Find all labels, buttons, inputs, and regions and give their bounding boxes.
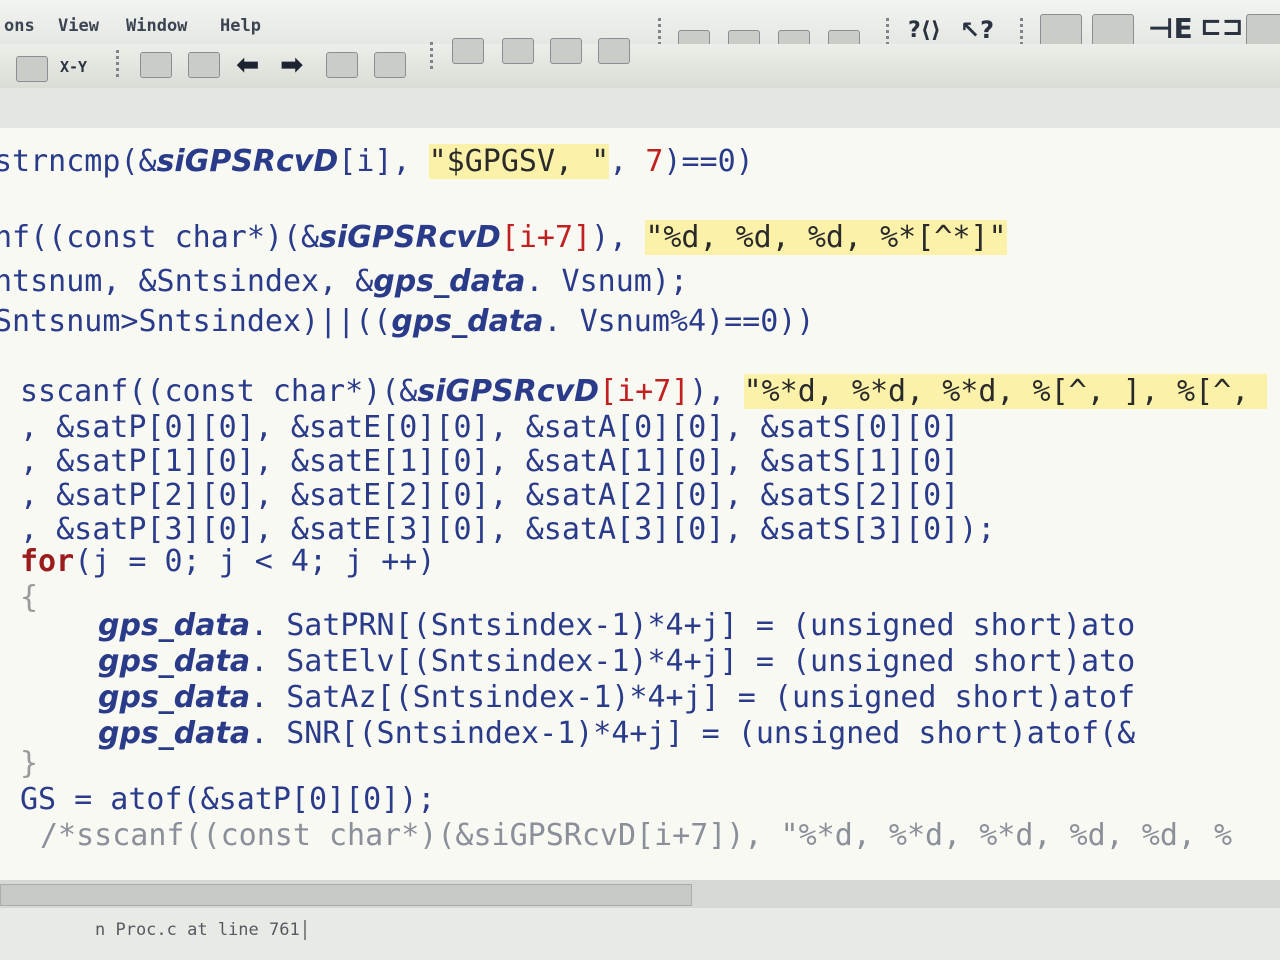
- menu-view[interactable]: View: [58, 16, 99, 36]
- debug-icon[interactable]: [1092, 14, 1134, 48]
- code-line: ntsnum, &Sntsindex, &gps_data. Vsnum);: [0, 264, 688, 299]
- code-token: Sntsnum>Sntsindex)||((: [0, 304, 392, 339]
- registers-icon[interactable]: [1246, 14, 1280, 48]
- search-tool-icon[interactable]: ?⟨⟩: [908, 18, 941, 43]
- back-arrow-icon[interactable]: ⬅: [236, 48, 259, 81]
- step-into-icon[interactable]: ⊣E: [1148, 12, 1193, 45]
- code-token: )==0): [663, 144, 754, 179]
- code-token: ntsnum, &Sntsindex, &: [0, 264, 374, 299]
- code-token: . SatPRN[(Sntsindex-1)*4+j] = (unsigned …: [250, 608, 1136, 643]
- code-line: strncmp(&siGPSRcvD[i], "$GPGSV, ", 7)==0…: [0, 144, 754, 179]
- code-line: Sntsnum>Sntsindex)||((gps_data. Vsnum%4)…: [0, 304, 814, 339]
- code-token: gps_data: [98, 608, 251, 643]
- book-icon[interactable]: [550, 38, 582, 64]
- code-token: . Vsnum);: [525, 264, 688, 299]
- code-line: gps_data. SatElv[(Sntsindex-1)*4+j] = (u…: [98, 644, 1135, 679]
- code-token: . Vsnum%4)==0)): [543, 304, 815, 339]
- toolbar-separator: [1020, 18, 1023, 46]
- code-token: siGPSRcvD: [319, 220, 501, 255]
- code-token: siGPSRcvD: [417, 374, 600, 409]
- code-token: [i]: [338, 144, 393, 179]
- code-token: ),: [591, 220, 646, 255]
- code-line: }: [20, 746, 39, 781]
- code-token: strncmp: [0, 144, 121, 179]
- toolbar: X-Y ⬅ ➡: [0, 38, 1280, 89]
- source-browse-icon[interactable]: [502, 38, 534, 64]
- code-token: [i+7]: [500, 220, 592, 255]
- horizontal-scrollbar[interactable]: [0, 880, 1280, 908]
- code-line: , &satP[1][0], &satE[1][0], &satA[1][0],…: [20, 444, 960, 479]
- code-token: (&: [120, 144, 157, 179]
- toolbar-separator: [886, 18, 889, 46]
- code-token: gps_data: [98, 644, 251, 679]
- code-line: , &satP[2][0], &satE[2][0], &satA[2][0],…: [20, 478, 960, 513]
- code-token: siGPSRcvD: [156, 144, 339, 179]
- code-line: for(j = 0; j < 4; j ++): [20, 544, 435, 579]
- help-pointer-icon[interactable]: ↖?: [960, 16, 994, 44]
- code-token: ,: [609, 144, 646, 179]
- build-icon[interactable]: [1040, 14, 1082, 48]
- code-token: . SatElv[(Sntsindex-1)*4+j] = (unsigned …: [250, 644, 1136, 679]
- menu-bar: ons View Window Help ?⟨⟩ ↖? ⊣E ⊏⊐: [0, 0, 1280, 56]
- code-line: , &satP[0][0], &satE[0][0], &satA[0][0],…: [20, 410, 960, 445]
- memory-window-icon[interactable]: [140, 52, 172, 78]
- code-line: gps_data. SNR[(Sntsindex-1)*4+j] = (unsi…: [98, 716, 1135, 751]
- toolbar-separator: [430, 42, 433, 72]
- status-text: n Proc.c at line 761: [95, 920, 306, 940]
- code-token: . SNR[(Sntsindex-1)*4+j] = (unsigned sho…: [250, 716, 1136, 751]
- code-line: gps_data. SatAz[(Sntsindex-1)*4+j] = (un…: [98, 680, 1135, 715]
- status-bar: n Proc.c at line 761: [0, 908, 1280, 960]
- print-icon[interactable]: [16, 56, 48, 82]
- string-literal: "$GPGSV, ": [428, 144, 610, 179]
- scrollbar-thumb[interactable]: [0, 884, 692, 906]
- code-line: GS = atof(&satP[0][0]);: [20, 782, 436, 817]
- menu-window[interactable]: Window: [126, 16, 187, 36]
- disassembly-icon[interactable]: [452, 38, 484, 64]
- menu-help[interactable]: Help: [220, 16, 261, 36]
- code-line: gps_data. SatPRN[(Sntsindex-1)*4+j] = (u…: [98, 608, 1135, 643]
- hammer-icon[interactable]: [598, 38, 630, 64]
- code-line: sscanf((const char*)(&siGPSRcvD[i+7]), "…: [20, 374, 1268, 409]
- code-comment: /*sscanf((const char*)(&siGPSRcvD[i+7]),…: [40, 818, 1233, 853]
- goto-next-icon[interactable]: [326, 52, 358, 78]
- forward-arrow-icon[interactable]: ➡: [280, 48, 303, 81]
- toolbar-separator: [116, 50, 119, 80]
- editor-ruler: [0, 88, 1280, 128]
- code-line: , &satP[3][0], &satE[3][0], &satA[3][0],…: [20, 512, 996, 547]
- watch-window-icon[interactable]: [188, 52, 220, 78]
- code-token: (j = 0; j < 4; j ++): [74, 544, 436, 579]
- code-token: nf((const char*)(&: [0, 220, 320, 255]
- keyword: for: [20, 544, 75, 579]
- xy-button[interactable]: X-Y: [60, 58, 87, 76]
- code-token: [i+7]: [599, 374, 690, 409]
- string-literal: "%d, %d, %d, %*[^*]": [645, 220, 1007, 255]
- code-token: gps_data: [391, 304, 544, 339]
- toolbar-separator: [658, 18, 661, 46]
- step-over-icon[interactable]: ⊏⊐: [1200, 12, 1244, 42]
- code-token: gps_data: [98, 716, 251, 751]
- code-line: nf((const char*)(&siGPSRcvD[i+7]), "%d, …: [0, 220, 1007, 255]
- number-literal: 7: [645, 144, 664, 179]
- code-line: {: [20, 580, 39, 615]
- string-literal: "%*d, %*d, %*d, %[^, ], %[^,: [743, 374, 1268, 409]
- goto-prev-icon[interactable]: [374, 52, 406, 78]
- code-token: . SatAz[(Sntsindex-1)*4+j] = (unsigned s…: [250, 680, 1136, 715]
- code-token: ),: [689, 374, 744, 409]
- code-token: gps_data: [98, 680, 251, 715]
- code-token: sscanf((const char*)(&: [20, 374, 418, 409]
- code-editor[interactable]: strncmp(&siGPSRcvD[i], "$GPGSV, ", 7)==0…: [0, 128, 1280, 880]
- menu-options[interactable]: ons: [4, 16, 35, 36]
- code-token: gps_data: [373, 264, 526, 299]
- code-token: ,: [392, 144, 429, 179]
